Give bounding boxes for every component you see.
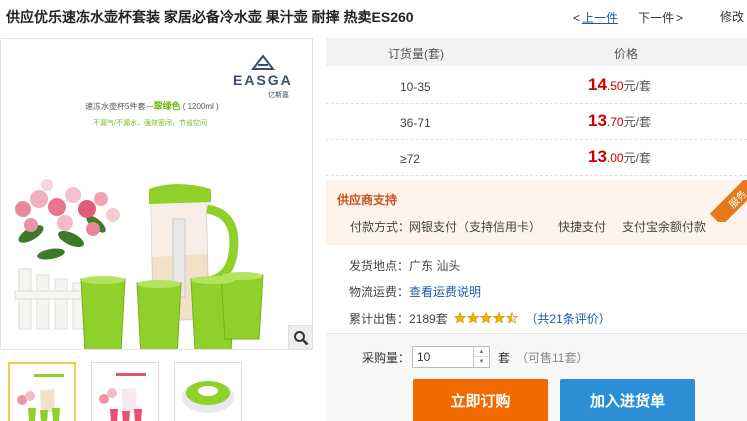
next-item-label[interactable]: 下一件 bbox=[638, 11, 674, 25]
product-title: 供应优乐速冻水壶杯套装 家居必备冷水壶 果汁壶 耐摔 热卖ES260 bbox=[6, 9, 414, 25]
increment-arrow-icon[interactable]: ▲ bbox=[474, 347, 489, 357]
quantity-input[interactable] bbox=[413, 347, 473, 367]
next-item-link[interactable]: 下一件 > bbox=[638, 9, 683, 26]
shipping-fee-label: 物流运费： bbox=[349, 285, 410, 299]
rating-stars bbox=[453, 312, 522, 327]
payment-label: 付款方式： bbox=[350, 220, 411, 234]
thumbnail-2[interactable] bbox=[91, 362, 159, 421]
quantity-spinner[interactable]: ▲ ▼ bbox=[473, 347, 489, 367]
decrement-arrow-icon[interactable]: ▼ bbox=[474, 357, 489, 367]
header-price: 价格 bbox=[614, 47, 639, 61]
price-row-price: 13.00元/套 bbox=[588, 147, 651, 166]
ship-from-row: 发货地点：广东 汕头 bbox=[349, 257, 460, 274]
order-panel: 采购量： ▲ ▼ 套 （可售11套） 立即订购 加入进货单 bbox=[326, 333, 747, 421]
shipping-fee-link[interactable]: 查看运费说明 bbox=[409, 285, 481, 299]
price-row-qty: 10-35 bbox=[400, 80, 431, 94]
sales-row: 累计出售：2189套 （共21条评价） bbox=[349, 310, 611, 327]
thumbnail-3[interactable] bbox=[174, 362, 242, 421]
header-quantity: 订货量(套) bbox=[388, 47, 444, 61]
thumbnail-1[interactable] bbox=[8, 362, 76, 421]
price-row: ≥72 13.00元/套 bbox=[326, 140, 747, 176]
title-bar: 供应优乐速冻水壶杯套装 家居必备冷水壶 果汁壶 耐摔 热卖ES260 < 上一件 … bbox=[0, 0, 747, 34]
payment-option-quick: 快捷支付 bbox=[558, 220, 607, 234]
price-row-qty: 36-71 bbox=[400, 116, 431, 130]
service-ribbon: 服务 bbox=[705, 180, 747, 222]
sales-value: 2189套 bbox=[409, 312, 448, 326]
supplier-support-panel: 供应商支持 服务 付款方式： 网银支付（支持信用卡） 快捷支付 支付宝余额付款 bbox=[326, 180, 747, 245]
zoom-button[interactable] bbox=[288, 325, 312, 349]
price-row-price: 13.70元/套 bbox=[588, 111, 651, 130]
thumbnail-image bbox=[99, 373, 146, 421]
price-table-header: 订货量(套) 价格 bbox=[326, 38, 747, 66]
chevron-right-icon: > bbox=[676, 11, 684, 25]
quantity-label: 采购量： bbox=[362, 351, 411, 365]
main-product-image[interactable]: EASGA 亿斯嘉 速冻水壶杯5件套—翠绿色 ( 1200ml ) 不漏气/不漏… bbox=[0, 38, 313, 350]
prev-item-link[interactable]: < 上一件 bbox=[573, 9, 618, 26]
available-stock: （可售11套） bbox=[516, 351, 589, 365]
price-row: 10-35 14.50元/套 bbox=[326, 68, 747, 104]
product-photo bbox=[14, 179, 264, 349]
price-row-qty: ≥72 bbox=[400, 152, 420, 166]
quantity-stepper[interactable]: ▲ ▼ bbox=[412, 346, 490, 368]
price-row: 36-71 13.70元/套 bbox=[326, 104, 747, 140]
buy-now-button[interactable]: 立即订购 bbox=[413, 379, 548, 421]
thumbnail-image bbox=[182, 381, 234, 413]
reviews-link[interactable]: （共21条评价） bbox=[525, 312, 610, 326]
price-row-price: 14.50元/套 bbox=[588, 75, 651, 94]
support-title: 供应商支持 bbox=[337, 193, 398, 207]
payment-option-netbank: 网银支付（支持信用卡） bbox=[409, 220, 542, 234]
chevron-left-icon: < bbox=[573, 11, 581, 25]
sales-label: 累计出售： bbox=[349, 312, 410, 326]
star-rating-icon bbox=[453, 312, 519, 324]
add-to-cart-button[interactable]: 加入进货单 bbox=[560, 379, 695, 421]
edit-link[interactable]: 修改 bbox=[720, 8, 744, 25]
prev-item-label[interactable]: 上一件 bbox=[582, 11, 618, 25]
ship-from-label: 发货地点： bbox=[349, 259, 410, 273]
ship-from-value: 广东 汕头 bbox=[409, 259, 461, 273]
shipping-fee-row: 物流运费：查看运费说明 bbox=[349, 283, 481, 300]
quantity-unit: 套 bbox=[498, 351, 511, 365]
payment-option-alipay: 支付宝余额付款 bbox=[622, 220, 707, 234]
magnifier-icon bbox=[293, 330, 308, 345]
thumbnail-image bbox=[17, 374, 64, 421]
